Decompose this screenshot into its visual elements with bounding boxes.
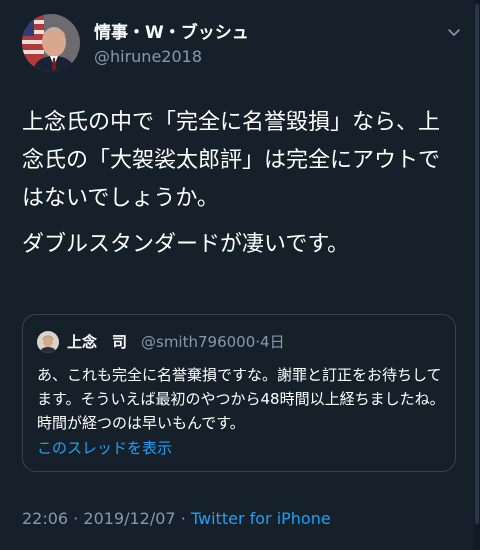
footer-separator-2: ·: [180, 509, 186, 528]
quoted-display-name: 上念 司: [67, 333, 128, 351]
scrollbar-thumb[interactable]: [475, 4, 479, 524]
tweet-footer: 22:06 · 2019/12/07 · Twitter for iPhone: [22, 508, 331, 530]
tweet-time[interactable]: 22:06: [22, 509, 68, 528]
tweet-text-paragraph-1: 上念氏の中で「完全に名誉毀損」なら、上念氏の「大袈裟太郎評」は完全にアウトではな…: [22, 110, 441, 211]
quoted-time-ago: 4日: [260, 333, 285, 351]
scrollbar[interactable]: [474, 0, 480, 550]
quoted-meta: @smith796000·4日: [141, 331, 285, 353]
tweet-source-link[interactable]: Twitter for iPhone: [191, 509, 331, 528]
tweet-date[interactable]: 2019/12/07: [83, 509, 175, 528]
tweet-body: 上念氏の中で「完全に名誉毀損」なら、上念氏の「大袈裟太郎評」は完全にアウトではな…: [22, 104, 458, 272]
avatar-portrait-image: [22, 14, 80, 72]
quoted-tweet-header: 上念 司 @smith796000·4日: [37, 331, 437, 353]
quoted-handle: @smith796000: [141, 333, 256, 351]
quoted-avatar: [37, 331, 59, 353]
author-display-name[interactable]: 情事・W・ブッシュ: [94, 22, 249, 44]
author-handle[interactable]: @hirune2018: [94, 46, 249, 68]
avatar[interactable]: [22, 14, 80, 72]
show-thread-link[interactable]: このスレッドを表示: [37, 437, 172, 459]
quoted-tweet-text: あ、これも完全に名誉棄損ですな。謝罪と訂正をお待ちしてます。そういえば最初のやつ…: [37, 366, 445, 432]
quoted-avatar-image: [37, 331, 59, 353]
quoted-tweet-card[interactable]: 上念 司 @smith796000·4日 あ、これも完全に名誉棄損ですな。謝罪と…: [22, 314, 456, 472]
tweet-header: 情事・W・ブッシュ @hirune2018: [22, 14, 462, 78]
tweet-detail-page: 情事・W・ブッシュ @hirune2018 上念氏の中で「完全に名誉毀損」なら、…: [0, 0, 480, 550]
tweet-text-paragraph-2: ダブルスタンダードが凄いです。: [22, 232, 350, 257]
author-names: 情事・W・ブッシュ @hirune2018: [94, 22, 249, 68]
chevron-down-icon[interactable]: [446, 24, 462, 40]
footer-separator: ·: [73, 509, 79, 528]
